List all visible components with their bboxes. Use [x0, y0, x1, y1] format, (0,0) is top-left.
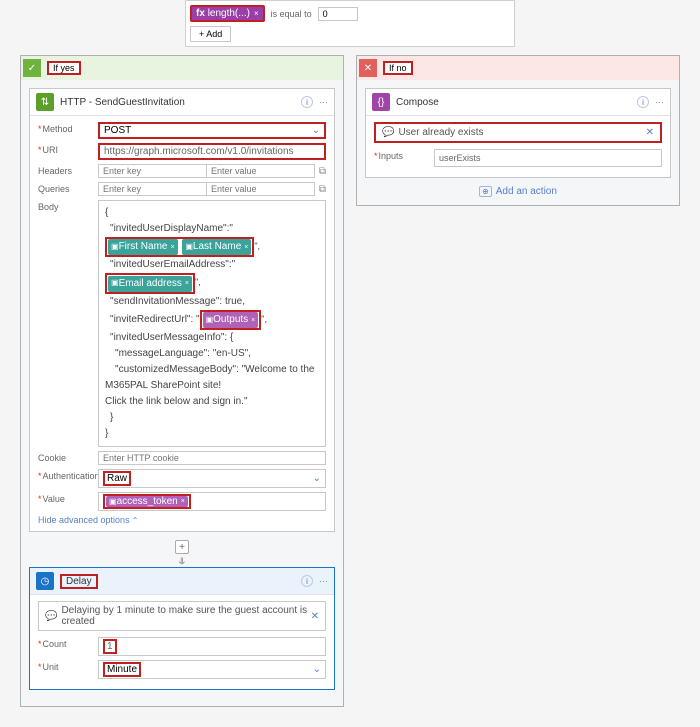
body-text: "invitedUserEmailAddress":": [110, 259, 235, 270]
cookie-label: Cookie: [38, 451, 98, 463]
if-no-branch: ✕ If no {} Compose i ⋯ 💬 User already exi…: [356, 55, 680, 206]
if-yes-header: ✓ If yes: [21, 56, 343, 80]
info-icon[interactable]: i: [301, 96, 313, 108]
count-label: Count: [38, 637, 98, 649]
body-textarea[interactable]: { "invitedUserDisplayName":" ▣ First Name…: [98, 200, 326, 447]
body-text: "invitedUserDisplayName":": [110, 223, 233, 234]
email-chip[interactable]: ▣ Email address×: [108, 276, 192, 292]
comment-text: User already exists: [398, 127, 483, 138]
fx-value: length(...): [208, 8, 250, 19]
close-icon[interactable]: ✕: [646, 127, 654, 138]
close-icon: ✕: [359, 59, 377, 77]
headers-label: Headers: [38, 164, 98, 176]
action-menu-icon[interactable]: ⋯: [655, 97, 664, 108]
method-label: Method: [38, 122, 98, 134]
insert-step[interactable]: +: [29, 540, 335, 554]
compose-action-header[interactable]: {} Compose i ⋯: [366, 89, 670, 116]
delay-action-header[interactable]: ◷ Delay i ⋯: [30, 568, 334, 595]
comment-text: Delaying by 1 minute to make sure the gu…: [61, 605, 310, 627]
uri-label: URI: [38, 143, 98, 155]
delay-action-title: Delay: [60, 576, 301, 587]
last-name-chip[interactable]: ▣ Last Name×: [182, 239, 251, 255]
auth-label: Authentication: [38, 469, 98, 481]
body-text: Click the link below and sign in.": [105, 396, 248, 407]
body-label: Body: [38, 200, 98, 212]
value-label: Value: [38, 492, 98, 504]
header-key-input[interactable]: [98, 164, 206, 178]
body-text: {: [105, 207, 108, 218]
body-text: }: [105, 428, 108, 439]
add-row-button[interactable]: + Add: [190, 26, 231, 42]
delay-comment[interactable]: 💬 Delaying by 1 minute to make sure the g…: [38, 601, 326, 631]
info-icon[interactable]: i: [637, 96, 649, 108]
cookie-input[interactable]: [98, 451, 326, 465]
if-no-label: If no: [383, 61, 413, 75]
uri-value: https://graph.microsoft.com/v1.0/invitat…: [104, 146, 294, 157]
delay-action-card[interactable]: ◷ Delay i ⋯ 💬 Delaying by 1 minute to mak…: [29, 567, 335, 690]
http-action-header[interactable]: ⇅ HTTP - SendGuestInvitation i ⋯: [30, 89, 334, 116]
body-text: "messageLanguage": "en-US",: [115, 348, 251, 359]
action-menu-icon[interactable]: ⋯: [319, 576, 328, 587]
access-token-chip[interactable]: ▣ access_token×: [106, 496, 188, 507]
compose-action-title: Compose: [396, 97, 637, 108]
fx-length-chip[interactable]: fx length(...) ×: [190, 5, 265, 22]
comment-icon: 💬: [45, 611, 57, 622]
inputs-input[interactable]: userExists: [434, 149, 662, 167]
outputs-chip[interactable]: ▣ Outputs×: [203, 312, 259, 328]
info-icon[interactable]: i: [301, 575, 313, 587]
if-yes-branch: ✓ If yes ⇅ HTTP - SendGuestInvitation i …: [20, 55, 344, 707]
value-input[interactable]: ▣ access_token×: [98, 492, 326, 511]
compose-action-card[interactable]: {} Compose i ⋯ 💬 User already exists ✕ Inp…: [365, 88, 671, 178]
add-action-label: Add an action: [496, 186, 557, 197]
query-value-input[interactable]: [206, 182, 315, 196]
if-no-header: ✕ If no: [357, 56, 679, 80]
http-action-title: HTTP - SendGuestInvitation: [60, 97, 301, 108]
compose-icon: {}: [372, 93, 390, 111]
chevron-down-icon: ⌄: [313, 664, 321, 675]
queries-label: Queries: [38, 182, 98, 194]
chip-remove-icon[interactable]: ×: [254, 9, 259, 18]
uri-input[interactable]: https://graph.microsoft.com/v1.0/invitat…: [98, 143, 326, 160]
action-menu-icon[interactable]: ⋯: [319, 97, 328, 108]
plus-icon: +: [175, 540, 189, 554]
http-action-card[interactable]: ⇅ HTTP - SendGuestInvitation i ⋯ Method …: [29, 88, 335, 532]
hide-advanced-link[interactable]: Hide advanced options: [38, 515, 326, 525]
query-key-input[interactable]: [98, 182, 206, 196]
clock-icon: ◷: [36, 572, 54, 590]
count-input[interactable]: 1: [98, 637, 326, 656]
comment-icon: 💬: [382, 127, 394, 138]
method-select[interactable]: POST ⌄: [98, 122, 326, 139]
body-text: "customizedMessageBody": "Welcome to the…: [105, 364, 314, 391]
inputs-label: Inputs: [374, 149, 434, 161]
fx-label: fx: [196, 8, 205, 19]
add-action-button[interactable]: ⊕ Add an action: [365, 186, 671, 197]
unit-label: Unit: [38, 660, 98, 672]
copy-icon[interactable]: ⧉: [319, 184, 326, 195]
body-text: "inviteRedirectUrl": ": [110, 314, 200, 325]
add-action-icon: ⊕: [479, 186, 492, 197]
check-icon: ✓: [23, 59, 41, 77]
auth-value: Raw: [103, 471, 131, 486]
body-text: "invitedUserMessageInfo": {: [110, 332, 233, 343]
body-text: }: [110, 412, 113, 423]
http-icon: ⇅: [36, 93, 54, 111]
auth-select[interactable]: Raw ⌄: [98, 469, 326, 488]
header-value-input[interactable]: [206, 164, 315, 178]
close-icon[interactable]: ✕: [311, 611, 319, 622]
method-value: POST: [104, 125, 131, 136]
if-yes-label: If yes: [47, 61, 81, 75]
condition-value-input[interactable]: [318, 7, 358, 21]
chevron-down-icon: ⌄: [313, 473, 321, 484]
operator-select[interactable]: is equal to: [271, 9, 312, 19]
chevron-down-icon: ⌄: [312, 125, 320, 136]
unit-select[interactable]: Minute ⌄: [98, 660, 326, 679]
compose-comment[interactable]: 💬 User already exists ✕: [374, 122, 662, 143]
condition-box: fx length(...) × is equal to + Add: [185, 0, 515, 47]
first-name-chip[interactable]: ▣ First Name×: [108, 239, 178, 255]
body-text: "sendInvitationMessage": true,: [110, 296, 245, 307]
unit-value: Minute: [103, 662, 141, 677]
arrow-down-icon: ⥥: [29, 556, 335, 567]
copy-icon[interactable]: ⧉: [319, 166, 326, 177]
count-value: 1: [103, 639, 117, 654]
